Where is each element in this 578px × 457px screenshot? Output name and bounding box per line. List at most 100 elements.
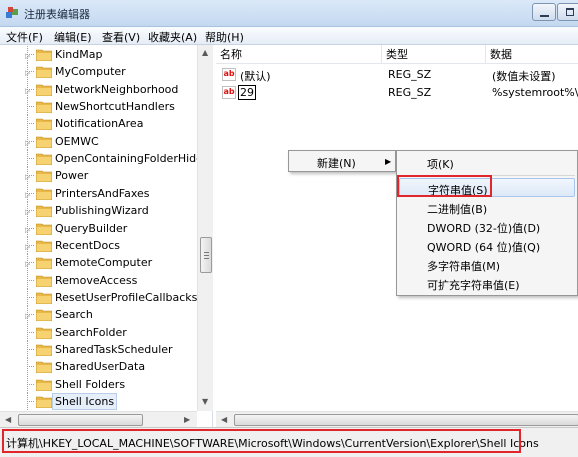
expand-icon[interactable]: ▷ <box>25 191 30 199</box>
folder-icon <box>36 309 52 322</box>
tree-item[interactable]: ▷ MyComputer <box>0 63 197 81</box>
scroll-up-icon[interactable]: ▲ <box>202 48 208 57</box>
folder-icon <box>36 223 52 235</box>
list-horizontal-scrollbar[interactable]: ◀ <box>216 411 578 427</box>
registry-tree[interactable]: ▷ KindMap ▷ MyComputer ▷ NetworkNeighborhood N… <box>0 45 213 427</box>
maximize-button[interactable] <box>557 3 578 21</box>
tree-line <box>27 106 34 108</box>
tree-scroll-thumb[interactable] <box>200 237 212 273</box>
tree-item[interactable]: Shell Icons <box>0 393 197 410</box>
folder-icon <box>36 171 52 183</box>
tree-item[interactable]: ▷ NetworkNeighborhood <box>0 80 197 98</box>
value-data: %systemroot%\S <box>492 86 578 99</box>
tree-item-label: Search <box>55 308 93 322</box>
expand-icon[interactable]: ▷ <box>25 260 30 268</box>
tree-item[interactable]: RemoveAccess <box>0 271 197 289</box>
tree-item[interactable]: ▷ PrintersAndFaxes <box>0 184 197 202</box>
tree-item[interactable]: Shell Folders <box>0 375 197 393</box>
tree-horizontal-scrollbar[interactable]: ◀ ▶ <box>0 411 197 427</box>
tree-item[interactable]: ▷ QueryBuilder <box>0 219 197 237</box>
folder-icon <box>36 136 52 148</box>
tree-line <box>27 366 34 368</box>
tree-item[interactable]: ▷ RecentDocs <box>0 236 197 254</box>
folder-icon <box>36 379 52 391</box>
folder-icon <box>36 344 52 356</box>
minimize-icon <box>540 15 549 17</box>
folder-icon <box>36 361 52 374</box>
column-type[interactable]: 类型 <box>382 45 486 64</box>
folder-icon <box>36 396 52 408</box>
tree-item[interactable]: ▷ RemoteComputer <box>0 254 197 272</box>
expand-icon[interactable]: ▷ <box>25 69 30 77</box>
submenu-item-qword-value[interactable]: QWORD (64 位)值(Q) <box>397 236 577 255</box>
highlight-annotation <box>397 175 492 197</box>
expand-icon[interactable]: ▷ <box>25 52 30 60</box>
expand-icon[interactable]: ▷ <box>25 173 30 181</box>
tree-item[interactable]: ▷ Search <box>0 306 197 324</box>
expand-icon[interactable]: ▷ <box>25 243 30 251</box>
expand-icon[interactable]: ▷ <box>25 208 30 216</box>
tree-item[interactable]: SharedUserData <box>0 358 197 376</box>
expand-icon[interactable]: ▷ <box>25 87 30 95</box>
tree-item[interactable]: ▷ OEMWC <box>0 132 197 150</box>
submenu-item-multi-string-value[interactable]: 多字符串值(M) <box>397 255 577 274</box>
menu-item-new[interactable]: 新建(N) <box>317 155 356 171</box>
expand-icon[interactable]: ▷ <box>25 312 30 320</box>
submenu-item-label: DWORD (32-位)值(D) <box>427 222 541 235</box>
list-hscroll-thumb[interactable] <box>234 414 578 426</box>
submenu-item-expandable-string-value[interactable]: 可扩充字符串值(E) <box>397 274 577 293</box>
tree-item[interactable]: ▷ PublishingWizard <box>0 202 197 220</box>
tree-line <box>27 348 34 350</box>
tree-item[interactable]: NotificationArea <box>0 115 197 133</box>
scroll-left-icon[interactable]: ◀ <box>221 415 227 424</box>
tree-item[interactable]: ▷ KindMap <box>0 46 197 63</box>
scroll-left-icon[interactable]: ◀ <box>5 415 11 424</box>
tree-vertical-scrollbar[interactable]: ▲ ▼ <box>197 45 213 411</box>
folder-icon <box>36 292 52 304</box>
tree-item[interactable]: ResetUserProfileCallbacks <box>0 288 197 306</box>
menu-view[interactable]: 查看(V) <box>102 29 140 45</box>
tree-line <box>27 123 34 125</box>
tree-item[interactable]: OpenContainingFolderHidde <box>0 150 210 168</box>
tree-item-label: OEMWC <box>55 134 99 148</box>
value-type: REG_SZ <box>388 86 432 99</box>
submenu-item-binary-value[interactable]: 二进制值(B) <box>397 198 577 217</box>
folder-icon <box>36 275 52 287</box>
tree-item-label: MyComputer <box>55 65 126 79</box>
tree-item-label: OpenContainingFolderHidde <box>55 152 210 166</box>
column-data[interactable]: 数据 <box>486 45 578 64</box>
highlight-annotation <box>2 429 521 453</box>
expand-icon[interactable]: ▷ <box>25 226 30 234</box>
list-item[interactable]: ab 29 REG_SZ %systemroot%\S <box>216 84 578 102</box>
minimize-button[interactable] <box>532 3 556 21</box>
tree-item[interactable]: NewShortcutHandlers <box>0 98 197 116</box>
menu-file[interactable]: 文件(F) <box>6 29 43 45</box>
list-item[interactable]: ab (默认) REG_SZ (数值未设置) <box>216 66 578 84</box>
value-data: (数值未设置) <box>492 70 556 83</box>
tree-item-label: Shell Folders <box>55 377 126 391</box>
scroll-down-icon[interactable]: ▼ <box>202 397 208 406</box>
tree-item-label: KindMap <box>55 48 103 61</box>
menu-edit[interactable]: 编辑(E) <box>54 29 92 45</box>
tree-item[interactable]: ▷ Power <box>0 167 197 185</box>
folder-icon <box>36 257 52 270</box>
submenu-item-key[interactable]: 项(K) <box>397 153 577 172</box>
tree-item-label: Shell Icons <box>52 393 118 410</box>
scroll-right-icon[interactable]: ▶ <box>184 415 190 424</box>
column-name[interactable]: 名称 <box>216 45 382 64</box>
submenu-item-dword-value[interactable]: DWORD (32-位)值(D) <box>397 217 577 236</box>
expand-icon[interactable]: ▷ <box>25 139 30 147</box>
tree-item-label: RemoveAccess <box>55 273 138 287</box>
value-name: (默认) <box>240 70 271 83</box>
tree-item-label: SharedUserData <box>55 360 146 374</box>
tree-item[interactable]: SharedTaskScheduler <box>0 340 197 358</box>
tree-item-label: SharedTaskScheduler <box>55 342 173 356</box>
tree-hscroll-thumb[interactable] <box>18 414 143 426</box>
value-name-edit[interactable]: 29 <box>238 85 256 100</box>
menu-help[interactable]: 帮助(H) <box>205 29 244 45</box>
tree-item[interactable]: SearchFolder <box>0 323 197 341</box>
submenu-item-label: QWORD (64 位)值(Q) <box>427 241 541 254</box>
menu-favorites[interactable]: 收藏夹(A) <box>148 29 197 45</box>
folder-icon <box>36 188 52 200</box>
maximize-icon <box>566 8 574 16</box>
